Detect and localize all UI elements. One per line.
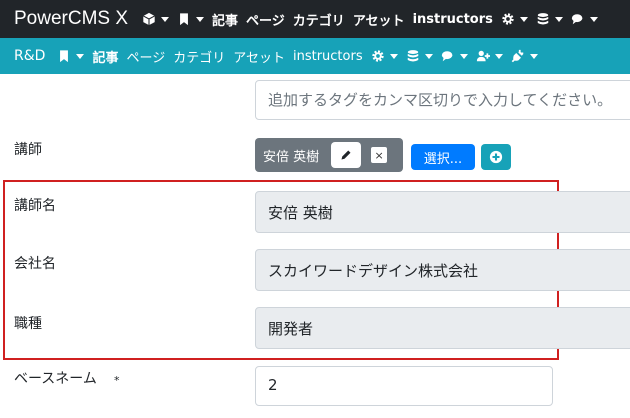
site-navbar: R&D 記事 ページ カテゴリ アセット instructors [0,38,630,74]
site-nav-instructors[interactable]: instructors [293,49,363,64]
site-nav-settings-menu[interactable] [371,49,398,63]
chevron-down-icon [161,16,170,22]
plus-circle-icon [489,150,503,164]
instructor-chip-name: 安倍 英樹 [263,149,320,165]
chevron-down-icon [196,16,205,22]
required-mark: * [114,374,120,387]
chevron-down-icon [459,53,468,59]
cube-icon [143,12,155,26]
company-field: スカイワードデザイン株式会社 [255,249,630,291]
chevron-down-icon [389,53,398,59]
nav-settings-menu[interactable] [501,12,528,26]
site-nav-entries[interactable]: 記事 [92,47,118,66]
nav-database-menu[interactable] [536,12,563,26]
company-label: 会社名 [14,256,56,272]
bookmark-icon [180,13,188,26]
site-nav-bookmark-menu[interactable] [57,49,85,63]
basename-label: ベースネーム [14,371,97,387]
add-instructor-button[interactable] [481,144,511,170]
nav-bookmark-menu[interactable] [177,12,205,26]
plug-icon [511,49,523,63]
site-nav-pages[interactable]: ページ [126,47,165,66]
nav-pages[interactable]: ページ [246,10,285,29]
nav-assets[interactable]: アセット [353,10,405,29]
site-nav-assets[interactable]: アセット [233,47,285,66]
top-navbar: PowerCMS X 記事 ページ カテゴリ アセット instructors [0,0,630,38]
job-field: 開発者 [255,307,630,349]
bookmark-icon [60,50,69,63]
tags-input[interactable]: 追加するタグをカンマ区切りで入力してください。 [255,80,630,120]
site-nav-users-menu[interactable] [476,49,503,63]
edit-instructor-button[interactable] [331,142,362,168]
chevron-down-icon [529,53,538,59]
site-name[interactable]: R&D [0,48,45,64]
nav-instructors[interactable]: instructors [413,12,493,27]
chevron-down-icon [494,53,503,59]
site-nav-database-menu[interactable] [406,49,433,63]
user-plus-icon [476,50,490,62]
remove-instructor-button[interactable]: × [371,147,388,163]
chevron-down-icon [519,16,528,22]
chevron-down-icon [424,53,433,59]
instructor-name-label: 講師名 [14,198,56,214]
instructor-name-field: 安倍 英樹 [255,191,630,233]
nav-entries[interactable]: 記事 [212,10,238,29]
comments-icon [441,51,452,62]
nav-comments-menu[interactable] [571,12,598,26]
gear-icon [502,13,514,25]
job-label: 職種 [14,316,42,332]
chevron-down-icon [76,53,85,59]
nav-categories[interactable]: カテゴリ [293,10,345,29]
site-nav-categories[interactable]: カテゴリ [173,47,225,66]
chevron-down-icon [589,16,598,22]
site-nav-plugins-menu[interactable] [511,49,538,63]
chevron-down-icon [554,16,563,22]
comments-icon [571,14,583,25]
pencil-icon [341,150,351,160]
nav-cube-menu[interactable] [142,12,170,26]
gear-icon [371,50,384,62]
select-instructor-button[interactable]: 選択... [411,144,475,170]
database-icon [407,50,418,62]
basename-input[interactable]: 2 [255,366,553,406]
site-nav-comments-menu[interactable] [441,49,468,63]
database-icon [537,13,549,25]
brand-logo[interactable]: PowerCMS X [0,8,128,30]
instructor-label: 講師 [14,142,42,158]
instructor-chip: 安倍 英樹 × [255,138,403,172]
